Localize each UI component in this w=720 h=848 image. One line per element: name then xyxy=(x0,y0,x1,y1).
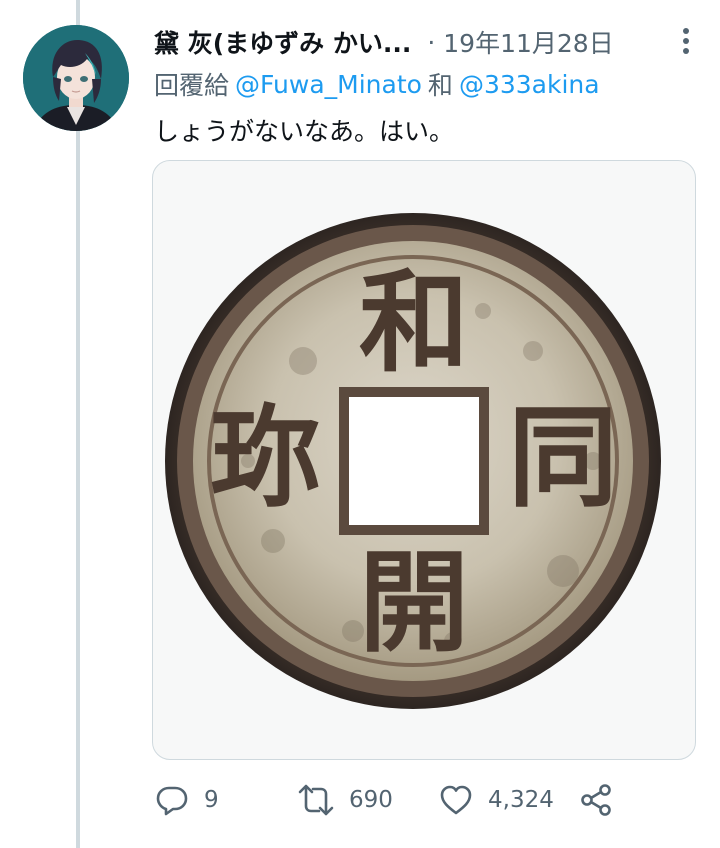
author-name[interactable]: 黛 灰(まゆずみ かい... xyxy=(154,24,411,60)
coin-character-left: 珎 xyxy=(210,393,320,522)
coin-character-top: 和 xyxy=(359,258,469,387)
replying-to: 回覆給 @Fuwa_Minato 和 @333akina xyxy=(154,66,600,102)
share-button[interactable] xyxy=(578,778,614,822)
retweet-icon xyxy=(298,784,334,816)
tweet-header: 黛 灰(まゆずみ かい... · 19年11月28日 xyxy=(154,22,704,62)
coin-image: 和 同 開 珎 xyxy=(165,213,661,709)
avatar[interactable] xyxy=(23,25,129,131)
reply-button[interactable]: 9 xyxy=(154,778,219,822)
tweet-page: 黛 灰(まゆずみ かい... · 19年11月28日 回覆給 @Fuwa_Min… xyxy=(0,0,720,848)
reply-icon xyxy=(156,786,188,816)
avatar-illustration xyxy=(23,25,129,131)
tweet-actions: 9 690 4,324 xyxy=(154,778,654,822)
reply-prefix: 回覆給 xyxy=(154,71,230,100)
heart-icon xyxy=(440,785,472,815)
retweet-count: 690 xyxy=(349,787,393,813)
mention-link[interactable]: @Fuwa_Minato xyxy=(235,70,422,99)
tweet-image[interactable]: 和 同 開 珎 xyxy=(152,160,696,760)
share-icon xyxy=(581,784,611,816)
like-count: 4,324 xyxy=(488,787,554,813)
coin-character-right: 同 xyxy=(508,393,618,522)
reply-separator: 和 xyxy=(427,71,453,100)
more-vertical-icon xyxy=(683,28,689,54)
reply-count: 9 xyxy=(204,787,219,813)
retweet-button[interactable]: 690 xyxy=(297,778,393,822)
tweet-text: しょうがないなあ。はい。 xyxy=(154,117,455,146)
mention-link[interactable]: @333akina xyxy=(459,70,600,99)
more-options-button[interactable] xyxy=(676,26,696,56)
like-button[interactable]: 4,324 xyxy=(438,778,554,822)
coin-hole xyxy=(349,397,479,525)
separator-dot: · xyxy=(427,27,436,57)
tweet-timestamp[interactable]: 19年11月28日 xyxy=(443,24,613,60)
coin-character-bottom: 開 xyxy=(359,538,469,667)
